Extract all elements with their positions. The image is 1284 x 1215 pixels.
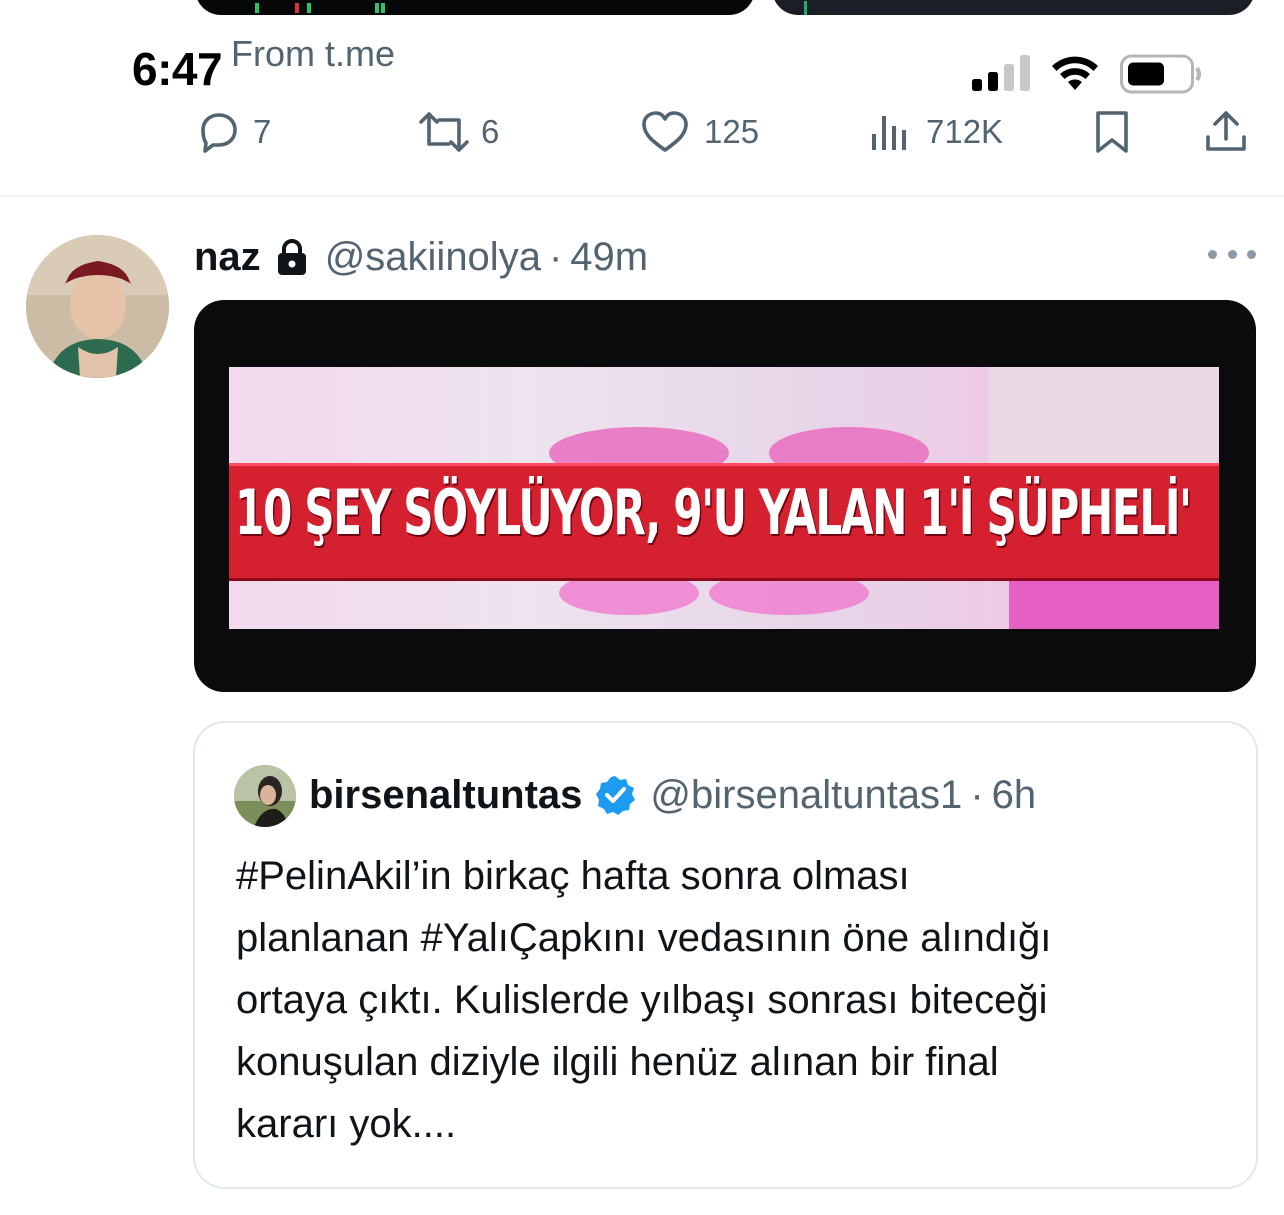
media-mark — [295, 3, 299, 13]
views-count: 712K — [926, 113, 1004, 150]
reply-button[interactable]: 7 — [195, 110, 271, 154]
quoted-avatar-photo — [234, 765, 296, 827]
display-name[interactable]: naz — [194, 235, 261, 280]
quoted-timestamp[interactable]: 6h — [992, 773, 1037, 818]
views-button[interactable]: 712K — [868, 110, 1003, 154]
more-dot — [1247, 249, 1256, 259]
share-button[interactable] — [1203, 110, 1249, 154]
media-mark — [381, 3, 385, 13]
avatar-photo — [26, 235, 169, 378]
quoted-tweet-text: #PelinAkil’in birkaç hafta sonra olması … — [236, 854, 1052, 1146]
quoted-header: birsenaltuntas @birsenaltuntas1 · 6h — [309, 768, 1036, 822]
more-icon[interactable] — [1208, 244, 1256, 264]
like-button[interactable]: 125 — [640, 110, 759, 154]
share-icon — [1206, 111, 1246, 151]
bookmark-button[interactable] — [1090, 110, 1134, 154]
separator: · — [548, 234, 563, 279]
lock-icon — [275, 238, 309, 276]
media-mark — [255, 3, 259, 13]
media-mark — [375, 3, 379, 13]
tweet-media-image[interactable]: 10 ŞEY SÖYLÜYOR, 9'U YALAN 1'İ ŞÜPHELİ' — [194, 300, 1256, 692]
battery-icon — [1120, 54, 1201, 94]
media-mark — [804, 1, 807, 15]
avatar[interactable] — [26, 235, 169, 378]
more-dot — [1208, 249, 1217, 259]
previous-tweet-media-left[interactable] — [195, 0, 755, 15]
media-mark — [307, 3, 311, 13]
wifi-icon — [1052, 56, 1098, 90]
like-count: 125 — [704, 113, 760, 150]
status-time: 6:47 — [132, 43, 223, 95]
quoted-display-name[interactable]: birsenaltuntas — [309, 773, 582, 818]
views-icon — [872, 116, 906, 150]
heart-icon — [642, 111, 688, 152]
quoted-separator: · — [970, 772, 984, 817]
quoted-avatar[interactable] — [234, 765, 296, 827]
handle[interactable]: @sakiinolya — [325, 235, 541, 280]
verified-badge-icon — [594, 774, 636, 816]
reply-count: 7 — [253, 113, 272, 150]
tweet-divider — [0, 195, 1284, 197]
reply-icon — [201, 113, 237, 153]
quoted-handle[interactable]: @birsenaltuntas1 — [650, 773, 962, 818]
news-ticker: 10 ŞEY SÖYLÜYOR, 9'U YALAN 1'İ ŞÜPHELİ' — [229, 463, 1219, 581]
repost-button[interactable]: 6 — [415, 110, 499, 154]
repost-count: 6 — [481, 113, 500, 150]
more-dot — [1227, 249, 1237, 259]
previous-tweet-media-right[interactable] — [772, 0, 1255, 15]
ticker-text: 10 ŞEY SÖYLÜYOR, 9'U YALAN 1'İ ŞÜPHELİ' — [235, 476, 1192, 549]
tweet-header: naz @sakiinolya · 49m — [194, 232, 648, 282]
cellular-signal-icon — [972, 55, 1030, 91]
timestamp[interactable]: 49m — [570, 235, 648, 280]
bookmark-icon — [1096, 111, 1128, 153]
source-label[interactable]: From t.me — [231, 36, 395, 72]
tv-screen: 10 ŞEY SÖYLÜYOR, 9'U YALAN 1'İ ŞÜPHELİ' — [229, 367, 1219, 629]
repost-icon — [419, 112, 469, 152]
